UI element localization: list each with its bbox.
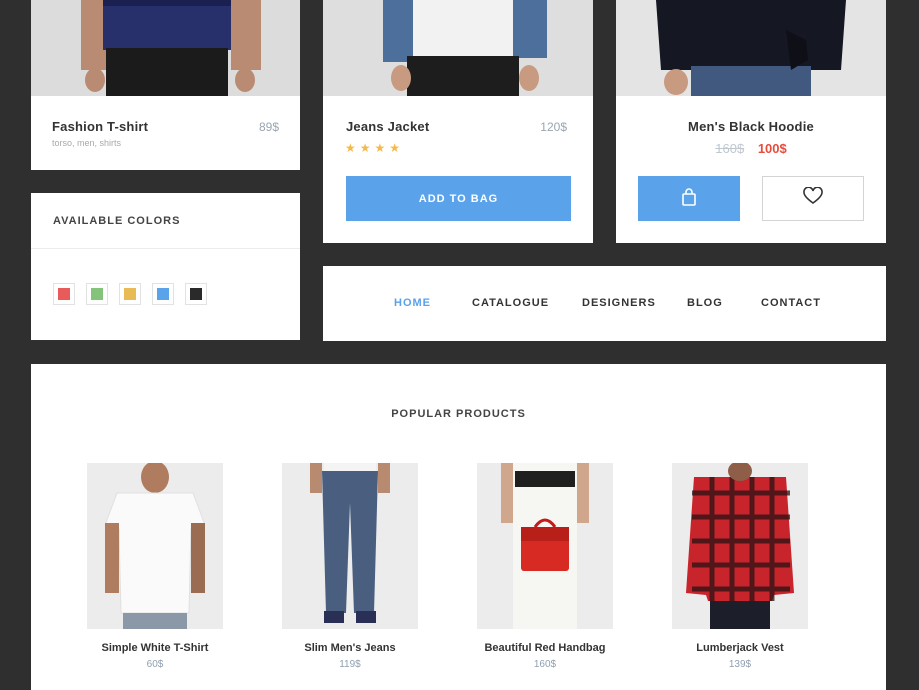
- product-name[interactable]: Beautiful Red Handbag: [477, 642, 613, 654]
- product-tile[interactable]: Beautiful Red Handbag 160$: [477, 463, 613, 670]
- product-tile[interactable]: Lumberjack Vest 139$: [672, 463, 808, 670]
- product-price: 60$: [146, 659, 164, 670]
- product-card-hoodie[interactable]: Men's Black Hoodie 160$ 100$: [616, 0, 886, 243]
- main-nav: HOME CATALOGUE DESIGNERS BLOG CONTACT: [323, 266, 886, 341]
- popular-title: POPULAR PRODUCTS: [391, 408, 526, 420]
- color-swatch-red[interactable]: [53, 283, 75, 305]
- divider: [31, 248, 300, 249]
- product-image[interactable]: [672, 463, 808, 629]
- color-swatch-green[interactable]: [86, 283, 108, 305]
- product-image[interactable]: [87, 463, 223, 629]
- product-card-jacket[interactable]: Jeans Jacket 120$ ★★★★ ADD TO BAG: [323, 0, 593, 243]
- shopping-bag-icon: [681, 188, 697, 209]
- add-to-bag-button[interactable]: ADD TO BAG: [346, 176, 571, 221]
- product-name[interactable]: Men's Black Hoodie: [616, 119, 886, 134]
- product-image[interactable]: [477, 463, 613, 629]
- nav-contact[interactable]: CONTACT: [761, 297, 821, 309]
- product-name[interactable]: Simple White T-Shirt: [87, 642, 223, 654]
- wishlist-button[interactable]: [762, 176, 864, 221]
- product-photo-hoodie[interactable]: [616, 0, 886, 96]
- product-name[interactable]: Lumberjack Vest: [672, 642, 808, 654]
- product-name[interactable]: Jeans Jacket: [346, 119, 429, 134]
- old-price: 160$: [715, 141, 745, 156]
- product-tile[interactable]: Slim Men's Jeans 119$: [282, 463, 418, 670]
- heart-icon: [803, 186, 823, 210]
- product-image[interactable]: [282, 463, 418, 629]
- color-swatch-blue[interactable]: [152, 283, 174, 305]
- available-colors-panel: AVAILABLE COLORS: [31, 193, 300, 340]
- sale-price: 100$: [757, 141, 787, 156]
- product-price: 119$: [339, 659, 361, 670]
- rating-stars: ★★★★: [345, 141, 405, 155]
- popular-products-section: POPULAR PRODUCTS Simple White T-Shirt 60…: [31, 364, 886, 690]
- product-price: 160$: [533, 659, 557, 670]
- nav-home[interactable]: HOME: [394, 297, 431, 309]
- add-to-bag-icon-button[interactable]: [638, 176, 740, 221]
- price-row: 160$ 100$: [616, 141, 886, 156]
- nav-designers[interactable]: DESIGNERS: [582, 297, 656, 309]
- product-tile[interactable]: Simple White T-Shirt 60$: [87, 463, 223, 670]
- product-photo-jacket[interactable]: [323, 0, 593, 96]
- color-swatch-yellow[interactable]: [119, 283, 141, 305]
- product-tags: torso, men, shirts: [52, 138, 122, 148]
- product-name[interactable]: Fashion T-shirt: [52, 119, 148, 134]
- product-price: 89$: [258, 120, 279, 134]
- nav-catalogue[interactable]: CATALOGUE: [472, 297, 549, 309]
- product-price: 120$: [540, 120, 567, 134]
- product-photo-tshirt[interactable]: [31, 0, 300, 96]
- color-swatch-black[interactable]: [185, 283, 207, 305]
- product-price: 139$: [728, 659, 752, 670]
- product-name[interactable]: Slim Men's Jeans: [282, 642, 418, 654]
- colors-title: AVAILABLE COLORS: [53, 215, 181, 227]
- nav-blog[interactable]: BLOG: [687, 297, 723, 309]
- product-card-tshirt[interactable]: Fashion T-shirt 89$ torso, men, shirts: [31, 0, 300, 170]
